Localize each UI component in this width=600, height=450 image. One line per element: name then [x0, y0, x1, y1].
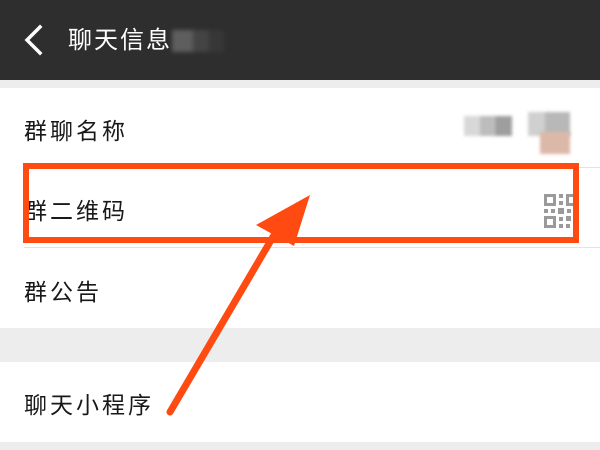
redacted-title-text — [172, 30, 224, 52]
section-gap — [0, 328, 600, 362]
qr-code-icon — [544, 194, 578, 228]
group-name-label: 群聊名称 — [24, 119, 128, 145]
chat-mini-program-row[interactable]: 聊天小程序 — [0, 362, 600, 442]
chat-info-screen: 聊天信息 群聊名称 群二维码 群公告 聊天小程序 — [0, 0, 600, 450]
group-notice-row[interactable]: 群公告 — [0, 248, 600, 328]
chat-mini-program-label: 聊天小程序 — [24, 393, 154, 419]
back-button[interactable] — [14, 20, 54, 60]
page-title: 聊天信息 — [68, 26, 172, 54]
redacted-group-avatar-bottom — [540, 132, 570, 154]
section-gap — [0, 80, 600, 88]
group-qr-code-row[interactable]: 群二维码 — [0, 168, 600, 248]
top-navigation-bar: 聊天信息 — [0, 0, 600, 80]
group-notice-label: 群公告 — [24, 280, 102, 306]
section-gap — [0, 442, 600, 450]
redacted-group-name — [464, 116, 512, 136]
group-name-row[interactable]: 群聊名称 — [0, 88, 600, 168]
chevron-left-icon — [24, 24, 43, 56]
group-qr-code-label: 群二维码 — [24, 199, 128, 225]
